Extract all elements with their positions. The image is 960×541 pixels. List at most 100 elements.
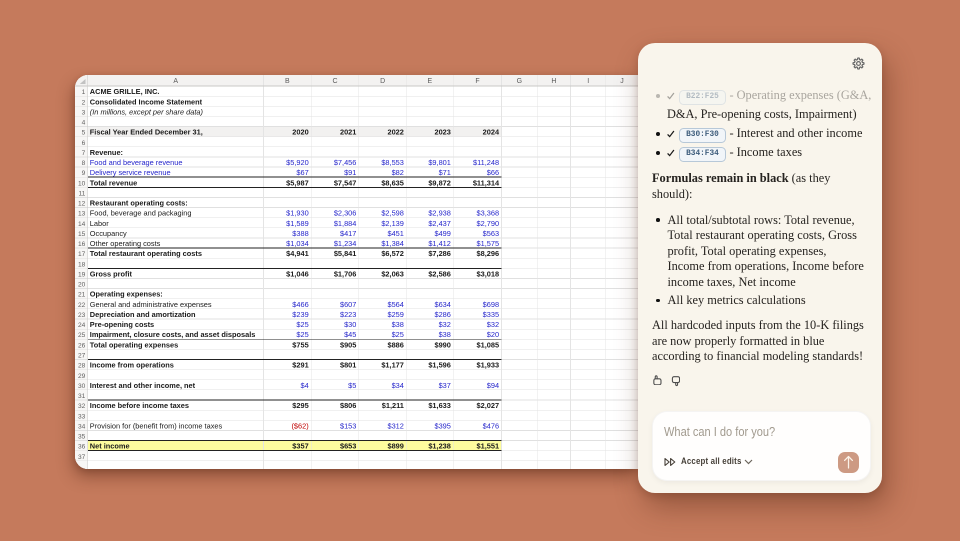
svg-text:11: 11 [78,190,85,197]
svg-text:$286: $286 [434,310,450,319]
svg-text:$8,553: $8,553 [381,158,404,167]
svg-text:$417: $417 [340,229,356,238]
svg-text:19: 19 [78,271,86,278]
svg-text:14: 14 [78,221,86,228]
svg-text:30: 30 [78,383,86,390]
svg-text:$5,987: $5,987 [286,178,309,187]
svg-text:Delivery service revenue: Delivery service revenue [90,168,171,177]
svg-text:ACME GRILLE, INC.: ACME GRILLE, INC. [90,87,160,96]
svg-text:$2,063: $2,063 [381,269,404,278]
svg-text:C: C [332,78,337,85]
svg-text:$801: $801 [340,361,356,370]
svg-text:Restaurant operating costs:: Restaurant operating costs: [90,199,188,208]
svg-text:$8,635: $8,635 [381,178,404,187]
svg-text:$11,248: $11,248 [473,158,499,167]
svg-text:$1,930: $1,930 [286,209,309,218]
svg-text:Operating expenses:: Operating expenses: [90,290,163,299]
svg-text:$1,706: $1,706 [334,269,357,278]
svg-text:26: 26 [78,342,86,349]
svg-text:$223: $223 [340,310,356,319]
svg-text:$466: $466 [292,300,308,309]
svg-text:$5,841: $5,841 [334,249,357,258]
svg-text:$1,384: $1,384 [381,239,404,248]
svg-text:General and administrative exp: General and administrative expenses [90,300,212,309]
svg-text:$476: $476 [483,421,499,430]
svg-text:$563: $563 [483,229,499,238]
svg-text:34: 34 [78,423,86,430]
svg-text:2022: 2022 [387,128,403,137]
svg-text:$153: $153 [340,421,356,430]
svg-text:20: 20 [78,282,86,289]
svg-text:$11,314: $11,314 [473,178,500,187]
svg-text:Total restaurant operating cos: Total restaurant operating costs [90,249,202,258]
svg-text:Income before income taxes: Income before income taxes [90,401,189,410]
svg-text:Income from operations: Income from operations [90,361,174,370]
svg-text:15: 15 [78,231,86,238]
svg-text:$25: $25 [392,330,404,339]
svg-text:Net income: Net income [90,442,130,451]
svg-text:A: A [173,78,178,85]
svg-text:J: J [620,78,623,85]
svg-text:2021: 2021 [340,128,356,137]
svg-text:Total revenue: Total revenue [90,178,137,187]
svg-text:B: B [285,78,290,85]
svg-text:$1,211: $1,211 [382,401,404,410]
svg-text:$335: $335 [483,310,499,319]
svg-text:$905: $905 [340,340,356,349]
svg-text:$2,790: $2,790 [477,219,500,228]
svg-text:21: 21 [78,292,86,299]
svg-text:$25: $25 [296,320,308,329]
svg-text:Consolidated Income Statement: Consolidated Income Statement [90,97,203,106]
svg-text:$1,551: $1,551 [477,442,500,451]
svg-text:$1,933: $1,933 [477,361,500,370]
svg-text:$564: $564 [387,300,403,309]
svg-text:Occupancy: Occupancy [90,229,127,238]
svg-text:$755: $755 [292,340,308,349]
svg-text:2024: 2024 [483,128,500,137]
svg-text:8: 8 [82,160,86,167]
svg-text:I: I [587,78,589,85]
svg-text:3: 3 [82,109,86,116]
svg-text:35: 35 [78,434,86,441]
svg-text:$5: $5 [348,381,356,390]
svg-text:$4,941: $4,941 [286,249,309,258]
svg-text:$38: $38 [392,320,404,329]
svg-text:$259: $259 [387,310,403,319]
svg-text:2023: 2023 [434,128,450,137]
svg-text:16: 16 [78,241,86,248]
svg-text:$1,046: $1,046 [286,269,309,278]
svg-text:$239: $239 [292,310,308,319]
svg-text:$9,872: $9,872 [428,178,451,187]
svg-text:$1,238: $1,238 [428,442,451,451]
svg-text:10: 10 [78,180,86,187]
svg-text:Interest and other income, net: Interest and other income, net [90,381,196,390]
svg-text:$1,596: $1,596 [428,361,451,370]
svg-text:$653: $653 [340,442,356,451]
svg-text:36: 36 [78,444,86,451]
svg-text:5: 5 [82,130,86,137]
svg-text:23: 23 [78,312,86,319]
svg-text:9: 9 [82,170,86,177]
svg-text:24: 24 [78,322,86,329]
svg-text:Labor: Labor [90,219,109,228]
svg-text:$38: $38 [439,330,451,339]
svg-text:12: 12 [78,201,86,208]
svg-text:$91: $91 [344,168,356,177]
svg-text:$34: $34 [392,381,404,390]
svg-text:7: 7 [82,150,86,157]
svg-text:$2,586: $2,586 [428,269,451,278]
svg-text:$32: $32 [487,320,499,329]
svg-text:$1,884: $1,884 [334,219,357,228]
svg-text:$499: $499 [434,229,450,238]
svg-text:$94: $94 [487,381,499,390]
svg-text:Provision for (benefit from) i: Provision for (benefit from) income taxe… [90,421,223,430]
svg-text:2020: 2020 [292,128,308,137]
svg-text:$451: $451 [387,229,403,238]
svg-text:$2,437: $2,437 [428,219,451,228]
svg-text:25: 25 [78,332,86,339]
svg-text:$4: $4 [300,381,308,390]
svg-text:Food and beverage revenue: Food and beverage revenue [90,158,183,167]
svg-text:$607: $607 [340,300,356,309]
svg-text:Depreciation and amortization: Depreciation and amortization [90,310,196,319]
svg-text:29: 29 [78,373,86,380]
